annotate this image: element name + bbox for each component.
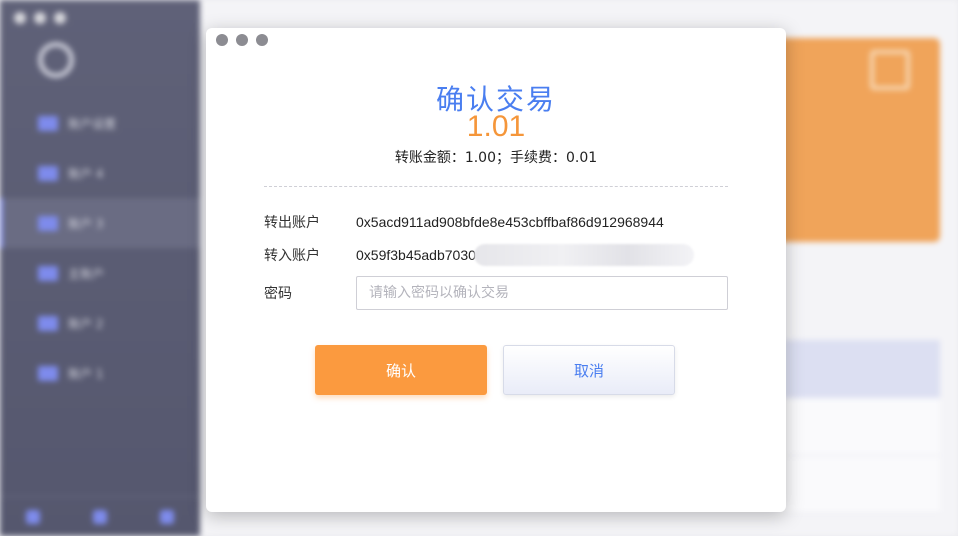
confirm-transaction-dialog: 确认交易 1.01 转账金额：1.00；手续费：0.01 转出账户 0x5acd… [206,28,786,512]
table-row [784,398,940,456]
amount-fee-summary: 转账金额：1.00；手续费：0.01 [394,150,598,166]
dialog-window-controls [216,34,268,46]
sidebar-item[interactable]: 账户 1 [0,348,200,398]
password-row: 密码 [264,276,728,310]
to-account-address: 0x59f3b45adb7030 [356,247,476,263]
minimize-window-icon[interactable] [236,34,248,46]
wallet-icon [38,265,58,281]
table-header [784,340,940,398]
sidebar-bottom-bar [0,496,200,536]
wallet-icon [38,115,58,131]
background-sidebar: 账户设置 账户 4 账户 3 主账户 账户 2 账户 1 [0,0,200,536]
background-nav: 账户设置 账户 4 账户 3 主账户 账户 2 账户 1 [0,98,200,398]
app-logo [38,42,74,78]
minimize-window-icon[interactable] [34,12,46,24]
maximize-window-icon[interactable] [54,12,66,24]
to-account-row: 转入账户 0x59f3b45adb7030 [264,244,694,266]
sidebar-item[interactable]: 主账户 [0,248,200,298]
table-row [784,456,940,514]
from-account-label: 转出账户 [264,215,320,231]
close-window-icon[interactable] [216,34,228,46]
sidebar-item[interactable]: 账户 2 [0,298,200,348]
app-window: 账户设置 账户 4 账户 3 主账户 账户 2 账户 1 确认交易 1.01 转… [0,0,958,536]
wallet-icon [38,215,58,231]
qr-code-icon[interactable] [870,50,910,90]
from-account-address: 0x5acd911ad908bfde8e453cbffbaf86d9129689… [356,214,664,230]
user-icon[interactable] [26,509,41,524]
dashed-divider [264,186,728,187]
close-window-icon[interactable] [14,12,26,24]
sidebar-item[interactable]: 账户设置 [0,98,200,148]
sidebar-item[interactable]: 账户 4 [0,148,200,198]
password-input[interactable] [356,276,728,310]
window-controls [14,12,66,24]
user-icon[interactable] [159,509,174,524]
wallet-icon [38,365,58,381]
sidebar-item-active[interactable]: 账户 3 [0,198,200,248]
logo-icon [38,42,74,78]
from-account-row: 转出账户 0x5acd911ad908bfde8e453cbffbaf86d91… [264,212,664,232]
redacted-address-blur [473,244,694,266]
cancel-button[interactable]: 取消 [503,345,675,395]
total-amount: 1.01 [466,110,526,143]
password-label: 密码 [264,286,292,302]
user-icon[interactable] [92,509,107,524]
wallet-icon [38,165,58,181]
wallet-icon [38,315,58,331]
maximize-window-icon[interactable] [256,34,268,46]
confirm-button[interactable]: 确认 [315,345,487,395]
to-account-label: 转入账户 [264,248,320,264]
